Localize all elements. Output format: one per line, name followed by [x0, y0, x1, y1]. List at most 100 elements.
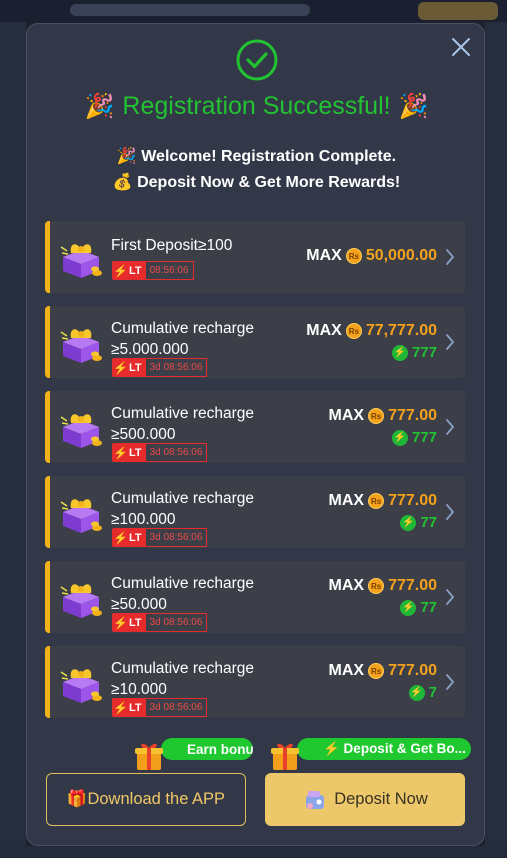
- reward-timer: ⚡ LT 08:56:06: [112, 261, 194, 280]
- reward-title: Cumulative recharge ≥100.000: [111, 490, 255, 528]
- countdown-value: 3d 08:56:06: [144, 613, 208, 632]
- chevron-right-icon: [445, 333, 455, 351]
- reward-timer: ⚡ LT 3d 08:56:06: [112, 528, 208, 547]
- gift-box-icon: [59, 662, 103, 704]
- reward-timer: ⚡ LT 3d 08:56:06: [112, 698, 208, 717]
- max-label: MAX: [328, 662, 365, 679]
- max-label: MAX: [328, 492, 365, 509]
- max-label: MAX: [306, 247, 342, 264]
- limited-time-tag: ⚡ LT: [112, 698, 145, 717]
- reward-title: Cumulative recharge ≥500.000: [111, 405, 255, 443]
- download-app-label: 🎁Download the APP: [66, 790, 226, 808]
- bonus-bolt-icon: ⚡: [400, 599, 417, 616]
- download-app-button[interactable]: 🎁Download the APP: [46, 773, 246, 826]
- bonus-value: 77: [420, 599, 437, 616]
- reward-card[interactable]: Cumulative recharge ≥100.000 ⚡ LT 3d 08:56:…: [45, 476, 465, 548]
- earn-bonus-tag: Earn bonus: [161, 738, 253, 760]
- chevron-right-icon: [445, 248, 455, 266]
- limited-time-label: LT: [128, 616, 142, 629]
- gift-box-icon: [59, 407, 103, 449]
- background-blur: [418, 2, 498, 20]
- reward-timer: ⚡ LT 3d 08:56:06: [112, 613, 208, 632]
- rupee-coin-icon: Rs: [368, 408, 385, 424]
- reward-timer: ⚡ LT 3d 08:56:06: [112, 443, 208, 462]
- bonus-value: 7: [428, 684, 437, 701]
- reward-card[interactable]: Cumulative recharge ≥500.000 ⚡ LT 3d 08:56:…: [45, 391, 465, 463]
- max-label: MAX: [328, 577, 365, 594]
- reward-card[interactable]: Cumulative recharge ≥5.000.000 ⚡ LT 3d 08:5…: [45, 306, 465, 378]
- background-app-left: [0, 22, 26, 858]
- reward-accent-bar: [45, 561, 50, 633]
- bolt-icon: ⚡: [113, 263, 128, 278]
- countdown-value: 08:56:06: [144, 261, 194, 280]
- deposit-now-label: Deposit Now: [334, 790, 428, 808]
- bolt-icon: ⚡: [113, 700, 128, 715]
- reward-title: Cumulative recharge ≥50.000: [111, 575, 255, 613]
- bolt-icon: ⚡: [113, 530, 128, 545]
- reward-amount: 777.00: [388, 577, 437, 594]
- rupee-coin-icon: Rs: [368, 493, 385, 509]
- reward-amount: 777.00: [388, 662, 437, 679]
- background-app-right: [485, 22, 507, 858]
- reward-card[interactable]: First Deposit≥100 ⚡ LT 08:56:06 MAX Rs 50,000.…: [45, 221, 465, 293]
- reward-accent-bar: [45, 221, 50, 293]
- limited-time-tag: ⚡ LT: [112, 261, 145, 280]
- countdown-value: 3d 08:56:06: [144, 528, 208, 547]
- gift-box-icon: [59, 577, 103, 619]
- title-row: 🎉 Registration Successful! 🎉: [27, 88, 486, 124]
- bonus-row: ⚡ 777: [391, 429, 437, 446]
- gift-box-icon: [271, 743, 299, 770]
- reward-card[interactable]: Cumulative recharge ≥10.000 ⚡ LT 3d 08:56:0…: [45, 646, 465, 718]
- bolt-icon: ⚡: [113, 360, 128, 375]
- countdown-value: 3d 08:56:06: [144, 698, 208, 717]
- check-circle-icon: [236, 39, 278, 81]
- bonus-bolt-icon: ⚡: [391, 429, 408, 446]
- countdown-value: 3d 08:56:06: [144, 443, 208, 462]
- max-reward-row: MAX Rs 777.00: [328, 662, 437, 680]
- bonus-row: ⚡ 777: [391, 344, 437, 361]
- reward-accent-bar: [45, 391, 50, 463]
- chevron-right-icon: [445, 588, 455, 606]
- background-app-bottom: [0, 846, 507, 858]
- reward-timer: ⚡ LT 3d 08:56:06: [112, 358, 208, 377]
- gift-box-icon: [59, 492, 103, 534]
- deposit-get-bonus-tag: ⚡ Deposit & Get Bo...: [297, 738, 471, 760]
- reward-amount: 50,000.00: [365, 247, 437, 264]
- reward-list: First Deposit≥100 ⚡ LT 08:56:06 MAX Rs 50,000.…: [45, 221, 465, 731]
- bonus-value: 777: [411, 344, 437, 361]
- rupee-coin-icon: Rs: [368, 578, 385, 594]
- gift-box-icon: [59, 237, 103, 279]
- limited-time-tag: ⚡ LT: [112, 528, 145, 547]
- bonus-value: 777: [411, 429, 437, 446]
- background-blur: [70, 4, 310, 16]
- reward-title: First Deposit≥100: [111, 237, 233, 254]
- reward-amount: 777.00: [388, 492, 437, 509]
- bonus-row: ⚡ 77: [400, 599, 437, 616]
- reward-title: Cumulative recharge ≥5.000.000: [111, 320, 255, 358]
- reward-card[interactable]: Cumulative recharge ≥50.000 ⚡ LT 3d 08:56:0…: [45, 561, 465, 633]
- reward-accent-bar: [45, 306, 50, 378]
- background-app-header: [0, 0, 507, 22]
- max-reward-row: MAX Rs 777.00: [328, 577, 437, 595]
- max-reward-row: MAX Rs 777.00: [328, 492, 437, 510]
- party-popper-icon: 🎉: [84, 92, 115, 120]
- limited-time-label: LT: [128, 701, 142, 714]
- bonus-row: ⚡ 77: [400, 514, 437, 531]
- limited-time-tag: ⚡ LT: [112, 613, 145, 632]
- limited-time-tag: ⚡ LT: [112, 443, 145, 462]
- close-button[interactable]: [450, 36, 472, 58]
- limited-time-label: LT: [128, 361, 142, 374]
- reward-accent-bar: [45, 476, 50, 548]
- limited-time-label: LT: [128, 531, 142, 544]
- rupee-coin-icon: Rs: [345, 248, 362, 264]
- rupee-coin-icon: Rs: [368, 663, 385, 679]
- bonus-bolt-icon: ⚡: [408, 684, 425, 701]
- reward-amount: 77,777.00: [365, 322, 437, 339]
- modal-title: Registration Successful!: [122, 91, 391, 120]
- max-reward-row: MAX Rs 77,777.00: [306, 322, 437, 340]
- max-reward-row: MAX Rs 777.00: [329, 407, 437, 425]
- limited-time-label: LT: [128, 446, 142, 459]
- limited-time-label: LT: [128, 264, 142, 277]
- deposit-now-button[interactable]: Deposit Now: [265, 773, 465, 826]
- rupee-coin-icon: Rs: [345, 323, 362, 339]
